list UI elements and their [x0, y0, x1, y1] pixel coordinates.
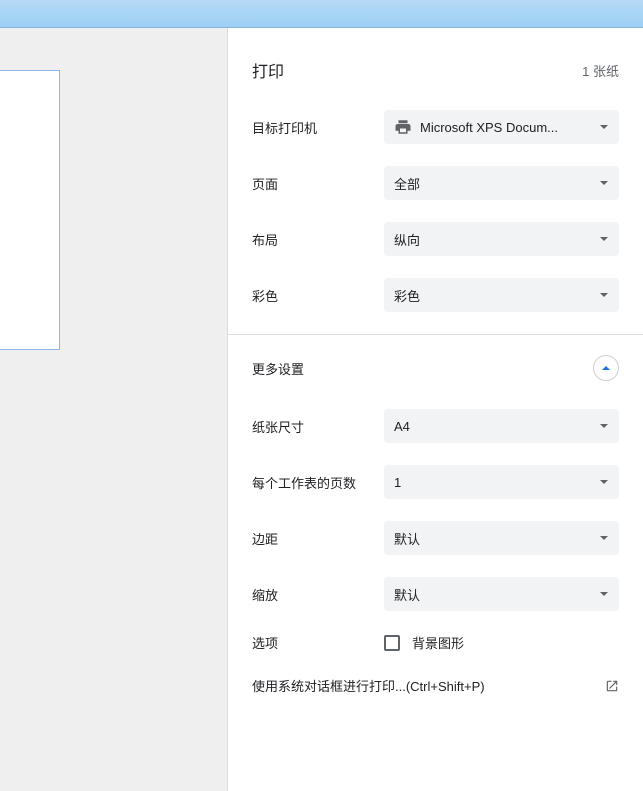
scale-value: 默认	[394, 585, 420, 604]
sheet-count: 1 张纸	[582, 61, 619, 80]
layout-label: 布局	[252, 230, 384, 249]
background-graphics-checkbox[interactable]	[384, 635, 400, 651]
destination-select[interactable]: Microsoft XPS Docum...	[384, 110, 619, 144]
scale-select[interactable]: 默认	[384, 577, 619, 611]
printer-icon	[394, 118, 412, 136]
system-dialog-label: 使用系统对话框进行打印...(Ctrl+Shift+P)	[252, 676, 485, 695]
chevron-down-icon	[599, 234, 609, 244]
pages-label: 页面	[252, 174, 384, 193]
color-select[interactable]: 彩色	[384, 278, 619, 312]
chevron-down-icon	[599, 178, 609, 188]
margins-value: 默认	[394, 529, 420, 548]
system-dialog-link[interactable]: 使用系统对话框进行打印...(Ctrl+Shift+P)	[252, 676, 619, 695]
destination-label: 目标打印机	[252, 118, 384, 137]
color-label: 彩色	[252, 286, 384, 305]
pages-per-sheet-value: 1	[394, 475, 401, 490]
main-area: 打印 1 张纸 目标打印机 Microsoft XPS Docum... 页	[0, 28, 643, 791]
chevron-down-icon	[599, 421, 609, 431]
more-settings-label: 更多设置	[252, 359, 304, 378]
margins-select[interactable]: 默认	[384, 521, 619, 555]
chevron-up-icon	[601, 363, 611, 373]
layout-select[interactable]: 纵向	[384, 222, 619, 256]
pages-select[interactable]: 全部	[384, 166, 619, 200]
preview-page[interactable]	[0, 70, 60, 350]
collapse-button[interactable]	[593, 355, 619, 381]
panel-title: 打印	[252, 58, 284, 82]
open-external-icon	[605, 679, 619, 693]
pages-per-sheet-label: 每个工作表的页数	[252, 473, 384, 492]
background-graphics-label: 背景图形	[412, 633, 464, 652]
preview-column	[0, 28, 228, 791]
pages-value: 全部	[394, 174, 420, 193]
chevron-down-icon	[599, 589, 609, 599]
chevron-down-icon	[599, 122, 609, 132]
more-settings-toggle[interactable]: 更多设置	[252, 355, 619, 381]
print-panel: 打印 1 张纸 目标打印机 Microsoft XPS Docum... 页	[228, 28, 643, 791]
window-titlebar	[0, 0, 643, 28]
chevron-down-icon	[599, 477, 609, 487]
paper-size-select[interactable]: A4	[384, 409, 619, 443]
pages-per-sheet-select[interactable]: 1	[384, 465, 619, 499]
paper-size-value: A4	[394, 419, 410, 434]
color-value: 彩色	[394, 286, 420, 305]
destination-value: Microsoft XPS Docum...	[420, 120, 558, 135]
divider	[228, 334, 643, 335]
chevron-down-icon	[599, 290, 609, 300]
scale-label: 缩放	[252, 585, 384, 604]
layout-value: 纵向	[394, 230, 420, 249]
chevron-down-icon	[599, 533, 609, 543]
paper-size-label: 纸张尺寸	[252, 417, 384, 436]
options-label: 选项	[252, 633, 384, 652]
margins-label: 边距	[252, 529, 384, 548]
